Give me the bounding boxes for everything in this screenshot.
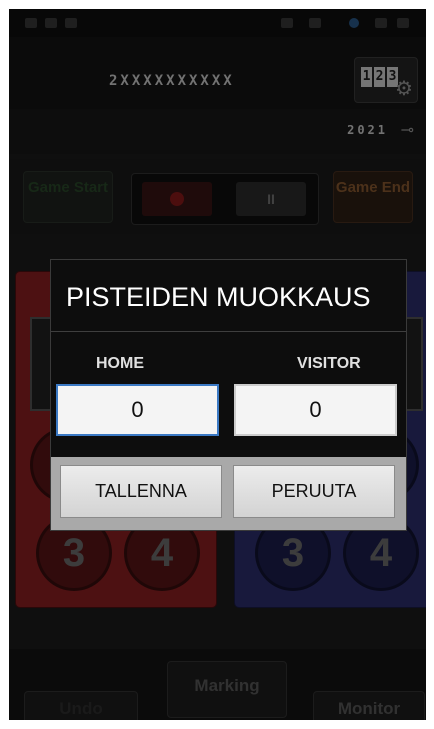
home-label: HOME: [96, 355, 144, 372]
home-score-input[interactable]: 0: [56, 384, 219, 436]
visitor-score-input[interactable]: 0: [234, 384, 397, 436]
score-edit-dialog: PISTEIDEN MUOKKAUS HOME VISITOR 0 0 TALL…: [50, 259, 407, 531]
dialog-button-bar: TALLENNA PERUUTA: [51, 457, 406, 530]
app-screen: 2XXXXXXXXXX 1 2 3 ⚙ 2021 ⊸ Game Start II…: [9, 9, 426, 720]
save-button[interactable]: TALLENNA: [60, 465, 222, 518]
divider: [51, 331, 406, 332]
cancel-button[interactable]: PERUUTA: [233, 465, 395, 518]
visitor-label: VISITOR: [297, 355, 361, 372]
dialog-title: PISTEIDEN MUOKKAUS: [66, 282, 371, 312]
